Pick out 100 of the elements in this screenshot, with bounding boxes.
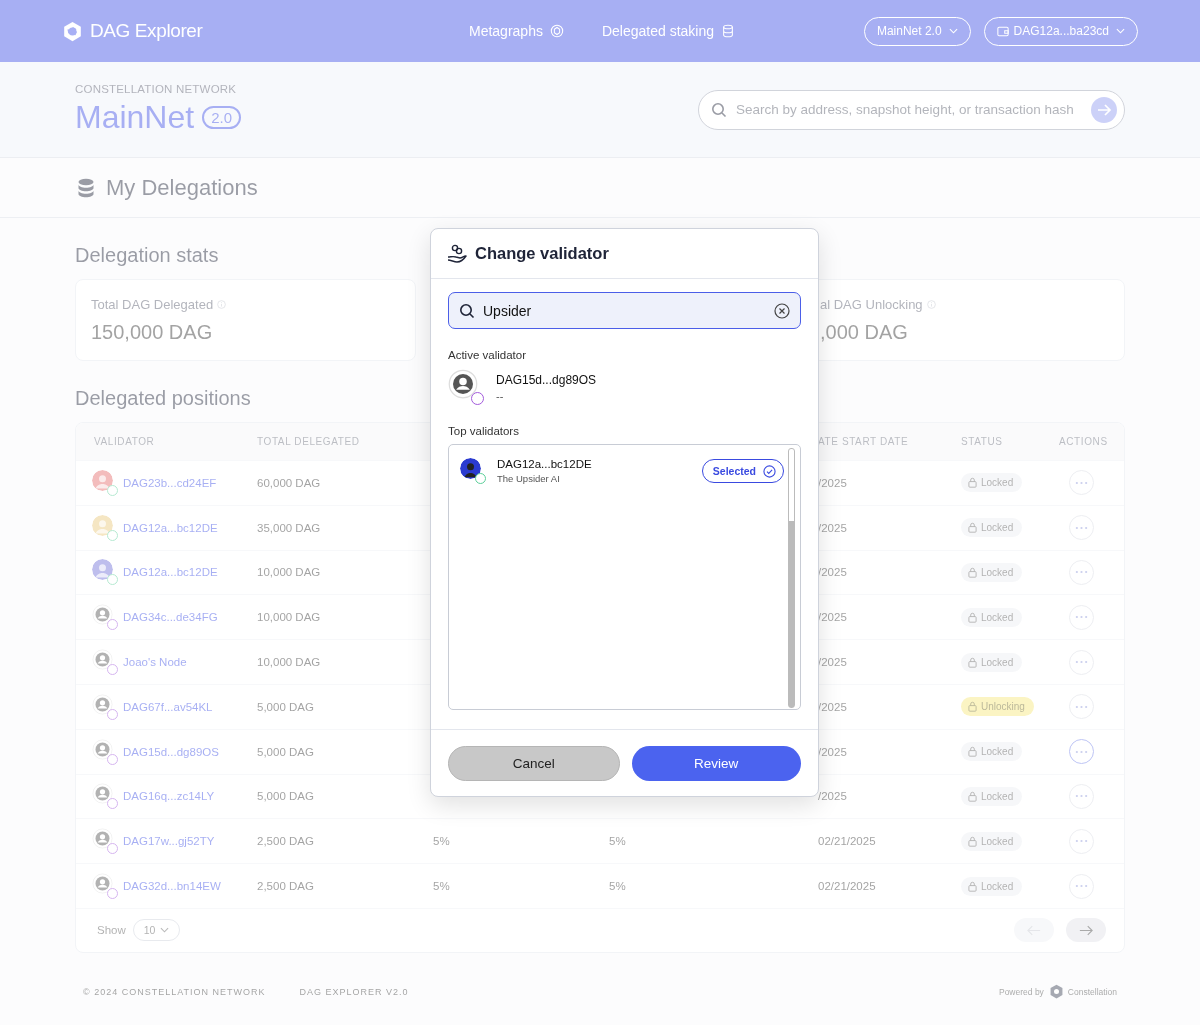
search-icon xyxy=(459,302,475,319)
table-cell-text: 2,500 DAG xyxy=(257,880,315,893)
powered-by-text: Powered by xyxy=(998,986,1044,997)
table-cell-text: 10,000 DAG xyxy=(257,611,322,624)
ellipsis-icon xyxy=(1075,884,1088,889)
validator-link[interactable]: DAG34c...de34FG xyxy=(123,611,218,624)
status-badge: Locked xyxy=(961,652,1023,672)
section-label: Active validator xyxy=(448,349,527,361)
lock-icon xyxy=(968,746,977,758)
ellipsis-icon xyxy=(1075,749,1088,754)
validator-name: DAG12a...bc12DE xyxy=(497,458,592,470)
table-cell-text: 5% xyxy=(609,880,627,893)
review-button[interactable]: Review xyxy=(631,745,801,781)
database-icon xyxy=(78,177,94,198)
lock-icon xyxy=(968,656,977,668)
table-cell-text: 5,000 DAG xyxy=(257,745,315,758)
section-title: Delegation stats xyxy=(75,244,219,267)
nav-link[interactable]: Delegated staking xyxy=(601,23,735,39)
table-cell-text: 5% xyxy=(433,835,451,848)
check-circle-icon xyxy=(763,464,776,478)
table-cell-text: /2025 xyxy=(817,566,848,579)
ellipsis-icon xyxy=(1075,839,1088,844)
lock-icon xyxy=(968,522,977,534)
cancel-button[interactable]: Cancel xyxy=(448,745,620,781)
table-cell-text: /2025 xyxy=(817,656,848,669)
status-badge: Locked xyxy=(961,742,1023,762)
page-title: My Delegations xyxy=(106,174,258,201)
table-cell-text: 5% xyxy=(609,835,627,848)
table-cell-text: 10,000 DAG xyxy=(257,656,322,669)
validator-name: DAG15d...dg89OS xyxy=(496,372,597,387)
table-cell-text: 5,000 DAG xyxy=(257,700,315,713)
validator-link[interactable]: DAG23b...cd24EF xyxy=(123,476,217,489)
version-badge: 2.0 xyxy=(202,106,241,129)
database-icon xyxy=(721,24,735,38)
hand-coins-icon xyxy=(447,243,467,264)
avatar xyxy=(92,514,118,541)
chevron-down-icon xyxy=(1116,28,1125,34)
validator-link[interactable]: DAG12a...bc12DE xyxy=(123,521,218,534)
table-cell-text: /2025 xyxy=(817,745,848,758)
user-avatar-icon xyxy=(92,873,118,900)
status-badge: Locked xyxy=(961,607,1023,627)
validator-subtitle: -- xyxy=(496,389,505,402)
ellipsis-icon xyxy=(1075,525,1088,530)
logo-text: DAG Explorer xyxy=(90,20,203,42)
lock-icon xyxy=(968,701,977,713)
user-avatar-icon xyxy=(448,369,484,405)
status-badge: Locked xyxy=(961,876,1023,896)
info-icon xyxy=(217,300,227,309)
validator-link[interactable]: DAG15d...dg89OS xyxy=(123,745,219,758)
ellipsis-icon xyxy=(1075,480,1088,485)
status-badge: Locked xyxy=(961,831,1023,851)
stat-label: al DAG Unlocking xyxy=(820,297,923,312)
validator-link[interactable]: Joao's Node xyxy=(123,656,187,669)
validator-link[interactable]: DAG12a...bc12DE xyxy=(123,566,218,579)
user-avatar-icon xyxy=(92,738,118,765)
column-header: TOTAL DELEGATED xyxy=(257,436,361,447)
avatar xyxy=(460,458,486,484)
lock-icon xyxy=(968,611,977,623)
next-page-button[interactable] xyxy=(1066,918,1106,943)
table-cell-text: 5,000 DAG xyxy=(257,790,315,803)
avatar xyxy=(92,559,118,586)
user-avatar-icon xyxy=(92,783,118,810)
table-cell-text: 10,000 DAG xyxy=(257,566,322,579)
validator-link[interactable]: DAG32d...bn14EW xyxy=(123,880,221,893)
network-eyebrow: CONSTELLATION NETWORK xyxy=(75,83,238,95)
nav-link[interactable]: Metagraphs xyxy=(469,23,564,39)
table-cell-text: /2025 xyxy=(817,700,848,713)
network-title: MainNet xyxy=(75,99,195,136)
hexagon-logo-icon xyxy=(1048,984,1064,999)
status-badge: Unlocking xyxy=(961,697,1034,717)
validator-subtitle: The Upsider AI xyxy=(497,473,561,484)
lock-icon xyxy=(968,567,977,578)
user-avatar-icon xyxy=(92,693,118,720)
clear-icon[interactable] xyxy=(774,302,790,319)
validator-search-field[interactable]: Upsider xyxy=(448,292,801,329)
wallet-icon xyxy=(996,25,1009,37)
lock-icon xyxy=(968,835,977,847)
scrollbar[interactable] xyxy=(788,448,795,708)
page-size-dropdown[interactable]: 10 xyxy=(132,919,181,942)
info-icon xyxy=(926,300,936,309)
status-badge: Locked xyxy=(961,473,1023,493)
validator-link[interactable]: DAG16q...zc14LY xyxy=(123,790,215,803)
user-avatar-icon xyxy=(92,649,118,676)
lock-icon xyxy=(968,477,977,489)
status-badge: Locked xyxy=(961,563,1023,582)
ellipsis-icon xyxy=(1075,660,1088,665)
search-field[interactable]: Search by address, snapshot height, or transaction hash xyxy=(698,89,1125,130)
section-label: Top validators xyxy=(448,425,520,437)
show-label: Show xyxy=(97,924,126,937)
table-cell-text: 60,000 DAG xyxy=(257,476,322,489)
validator-link[interactable]: DAG67f...av54KL xyxy=(123,700,213,713)
lock-icon xyxy=(968,880,977,892)
stat-label: Total DAG Delegated xyxy=(91,297,214,312)
chevron-down-icon xyxy=(948,28,958,34)
ellipsis-icon xyxy=(1075,615,1088,620)
more-actions-button[interactable] xyxy=(1069,739,1094,765)
table-cell-text: 35,000 DAG xyxy=(257,521,322,534)
validator-option[interactable]: DAG12a...bc12DE The Upsider AI Selected xyxy=(460,457,784,485)
validator-link[interactable]: DAG17w...gj52TY xyxy=(123,835,215,848)
ellipsis-icon xyxy=(1075,794,1088,799)
